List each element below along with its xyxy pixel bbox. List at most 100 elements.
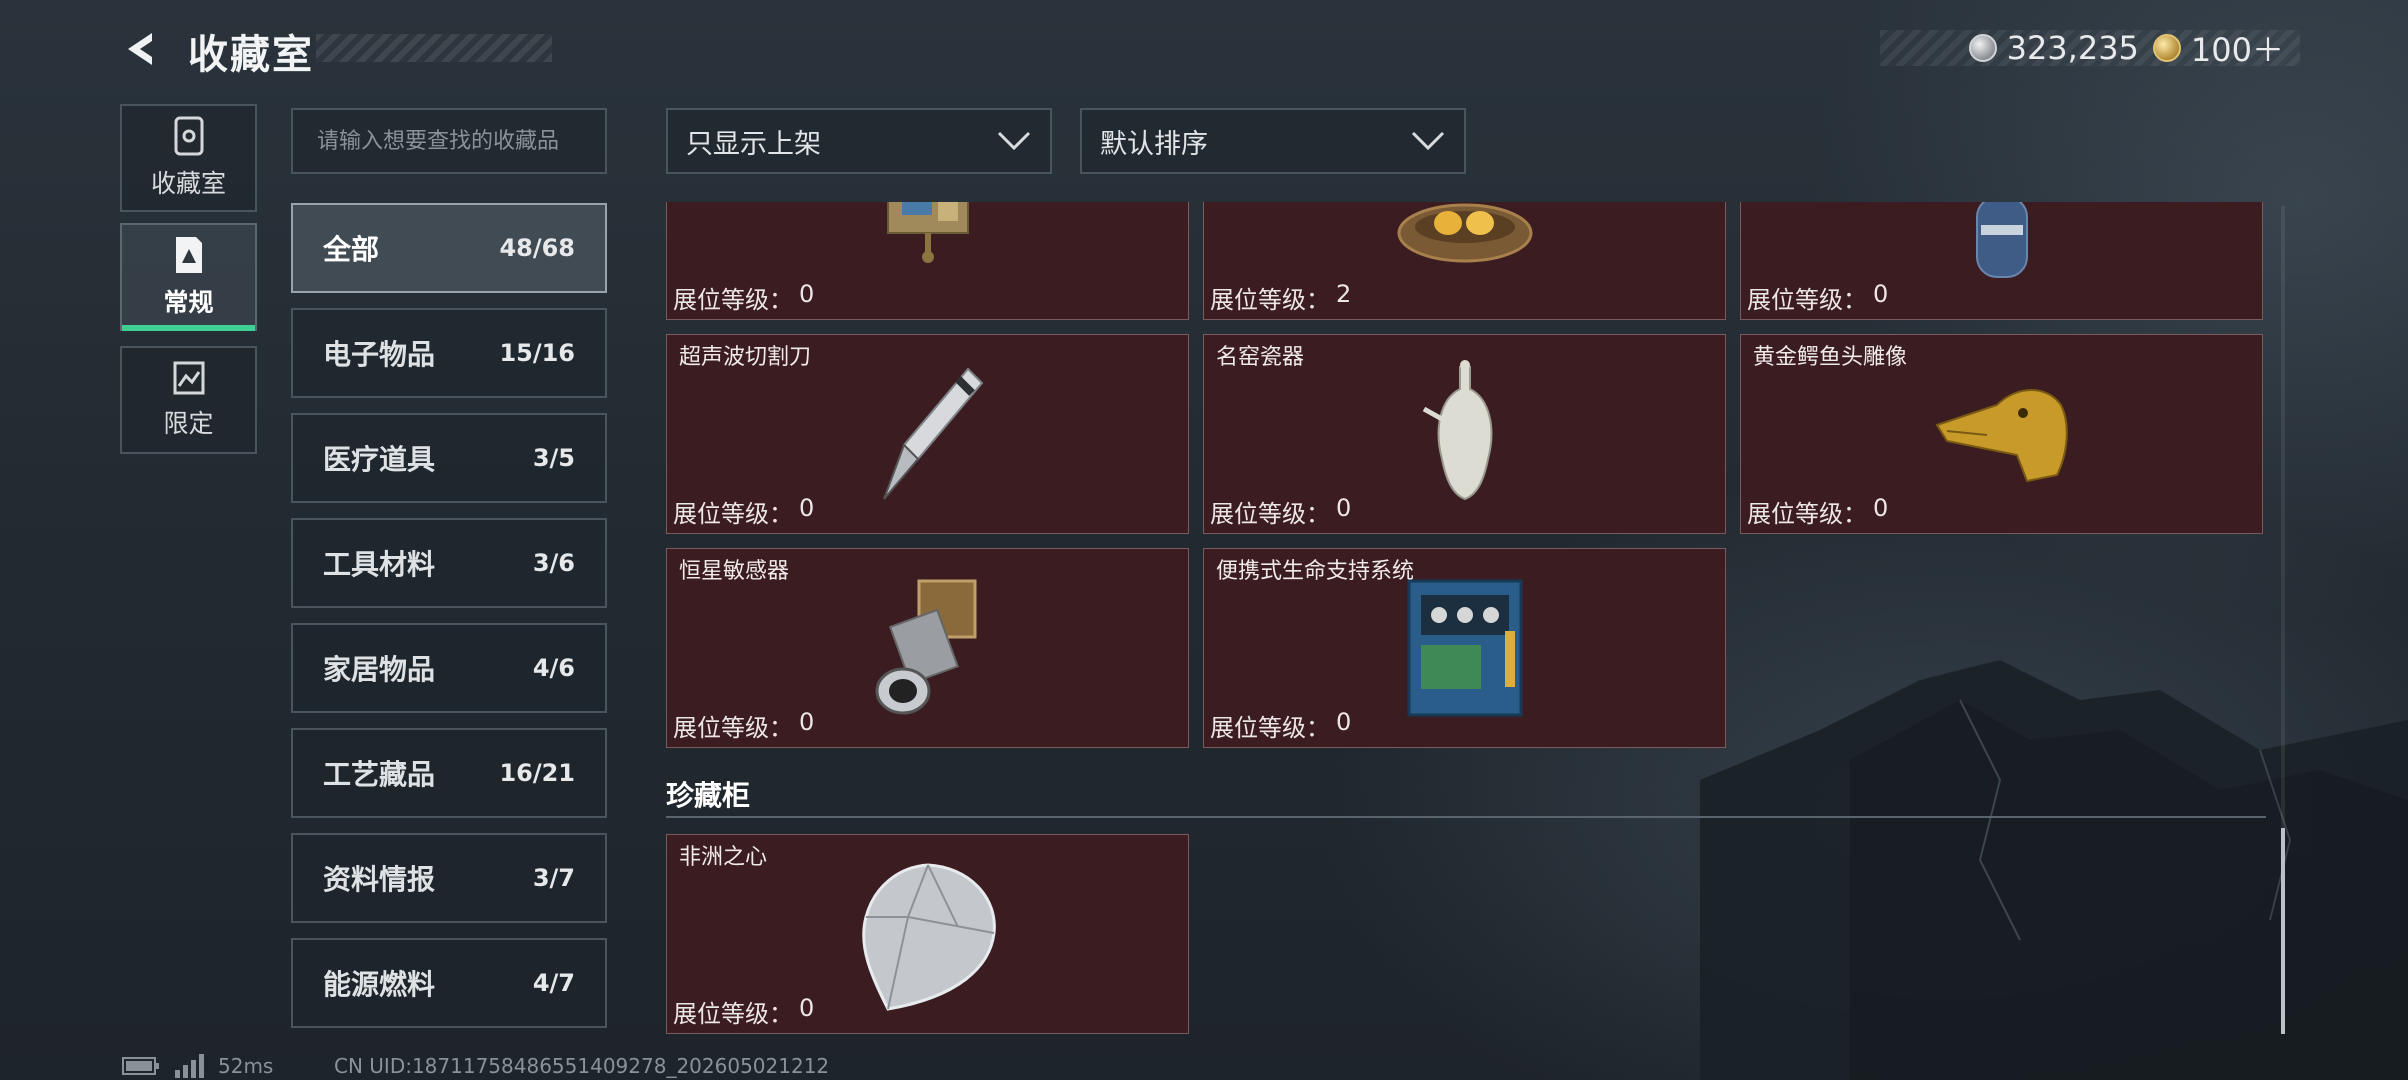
status-bar: 52ms [122, 1054, 273, 1078]
picture-icon [173, 361, 204, 395]
item-card-porcelain[interactable]: 名窑瓷器 展位等级： 0 [1203, 334, 1726, 534]
item-level: 展位等级： 0 [1747, 280, 1888, 315]
level-value: 0 [1336, 494, 1352, 522]
shelf-filter-dropdown[interactable]: 只显示上架 [666, 108, 1052, 174]
gold-amount: 100＋ [2190, 31, 2284, 69]
item-card-gold-crocodile[interactable]: 黄金鳄鱼头雕像 展位等级： 0 [1740, 334, 2263, 534]
category-name: 电子物品 [323, 338, 436, 371]
category-intel[interactable]: 资料情报 3/7 [291, 833, 607, 923]
item-level: 展位等级： 2 [1210, 280, 1351, 315]
item-level: 展位等级： 0 [1210, 708, 1351, 743]
silver-amount: 323,235 [2006, 29, 2139, 67]
category-tools[interactable]: 工具材料 3/6 [291, 518, 607, 608]
sort-dropdown[interactable]: 默认排序 [1080, 108, 1466, 174]
search-box[interactable] [291, 108, 607, 174]
item-level: 展位等级： 0 [673, 994, 814, 1029]
section-divider [666, 816, 2266, 818]
dropdown-value: 默认排序 [1100, 128, 1208, 160]
gas-canister-icon [1975, 202, 2028, 278]
category-fuel[interactable]: 能源燃料 4/7 [291, 938, 607, 1028]
tab-label: 收藏室 [150, 169, 226, 198]
category-count: 3/5 [532, 444, 575, 472]
tab-label: 常规 [163, 288, 214, 317]
item-card-star-sensor[interactable]: 恒星敏感器 展位等级： 0 [666, 548, 1189, 748]
category-medical[interactable]: 医疗道具 3/5 [291, 413, 607, 503]
silver-currency[interactable]: 323,235 [1968, 29, 2139, 67]
ultrasonic-knife-icon [882, 367, 983, 500]
chevron-down-icon [1411, 131, 1445, 151]
level-value: 0 [1336, 708, 1352, 736]
back-arrow-icon [128, 33, 152, 65]
category-household[interactable]: 家居物品 4/6 [291, 623, 607, 713]
title-decoration [316, 34, 552, 62]
category-crafts[interactable]: 工艺藏品 16/21 [291, 728, 607, 818]
porcelain-vase-icon [1422, 360, 1492, 501]
item-grid[interactable]: 展位等级： 0 展位等级： 2 展位等级： 0 超声波切割刀 展位等级： 0 名… [666, 202, 2278, 1036]
item-name: 恒星敏感器 [679, 559, 790, 584]
active-tab-indicator [122, 325, 255, 331]
category-name: 全部 [323, 233, 380, 266]
document-icon [175, 237, 202, 273]
item-level: 展位等级： 0 [673, 280, 814, 315]
dropdown-value: 只显示上架 [686, 128, 821, 160]
level-label: 展位等级： [1747, 286, 1867, 314]
category-count: 48/68 [499, 234, 575, 262]
category-name: 资料情报 [323, 863, 436, 896]
item-card-golden-eggs[interactable]: 展位等级： 2 [1203, 202, 1726, 320]
user-uid: CN UID:18711758486551409278_202605021212 [334, 1054, 830, 1078]
back-button[interactable] [118, 26, 166, 72]
chevron-down-icon [997, 131, 1031, 151]
item-level: 展位等级： 0 [673, 494, 814, 529]
category-count: 3/6 [532, 549, 575, 577]
diamond-icon [861, 863, 996, 1011]
tab-limited[interactable]: 限定 [120, 346, 257, 454]
life-support-system-icon [1407, 579, 1522, 717]
golden-egg-nest-icon [1397, 203, 1532, 263]
level-value: 0 [799, 708, 815, 736]
level-label: 展位等级： [1747, 500, 1867, 528]
item-card-device[interactable]: 展位等级： 0 [666, 202, 1189, 320]
level-label: 展位等级： [673, 714, 793, 742]
level-value: 0 [799, 494, 815, 522]
category-name: 家居物品 [323, 653, 436, 686]
item-name: 便携式生命支持系统 [1216, 559, 1415, 584]
category-electronics[interactable]: 电子物品 15/16 [291, 308, 607, 398]
category-count: 15/16 [499, 339, 575, 367]
ping-value: 52ms [218, 1054, 274, 1078]
tab-regular[interactable]: 常规 [120, 223, 257, 331]
tab-label: 限定 [163, 409, 214, 438]
scrollbar-thumb[interactable] [2281, 828, 2285, 1034]
signal-icon [175, 1054, 204, 1078]
category-name: 工具材料 [323, 548, 436, 581]
level-label: 展位等级： [1210, 714, 1330, 742]
item-card-life-support[interactable]: 便携式生命支持系统 展位等级： 0 [1203, 548, 1726, 748]
circuit-device-icon [886, 202, 969, 263]
gold-crocodile-head-icon [1934, 389, 2068, 483]
category-name: 医疗道具 [323, 443, 436, 476]
level-value: 0 [1873, 280, 1889, 308]
item-level: 展位等级： 0 [1210, 494, 1351, 529]
item-card-heart-of-africa[interactable]: 非洲之心 展位等级： 0 [666, 834, 1189, 1034]
item-name: 超声波切割刀 [679, 345, 812, 370]
level-value: 0 [799, 280, 815, 308]
gold-coin-icon [2152, 34, 2181, 62]
item-name: 黄金鳄鱼头雕像 [1753, 345, 1908, 370]
cabinet-icon [174, 116, 203, 156]
item-level: 展位等级： 0 [1747, 494, 1888, 529]
item-card-ultrasonic-cutter[interactable]: 超声波切割刀 展位等级： 0 [666, 334, 1189, 534]
item-level: 展位等级： 0 [673, 708, 814, 743]
category-name: 能源燃料 [323, 968, 436, 1001]
category-name: 工艺藏品 [323, 758, 436, 791]
category-all[interactable]: 全部 48/68 [291, 203, 607, 293]
category-count: 3/7 [532, 864, 575, 892]
gold-currency[interactable]: 100＋ [2152, 25, 2284, 71]
level-value: 0 [1873, 494, 1889, 522]
item-card-gas-tank[interactable]: 展位等级： 0 [1740, 202, 2263, 320]
search-input[interactable] [317, 128, 605, 154]
category-count: 4/7 [532, 969, 575, 997]
level-label: 展位等级： [673, 500, 793, 528]
tab-collection-room[interactable]: 收藏室 [120, 104, 257, 212]
top-bar: 收藏室 323,235 100＋ [0, 0, 2408, 100]
star-sensor-icon [875, 579, 976, 715]
silver-coin-icon [1968, 34, 1997, 62]
